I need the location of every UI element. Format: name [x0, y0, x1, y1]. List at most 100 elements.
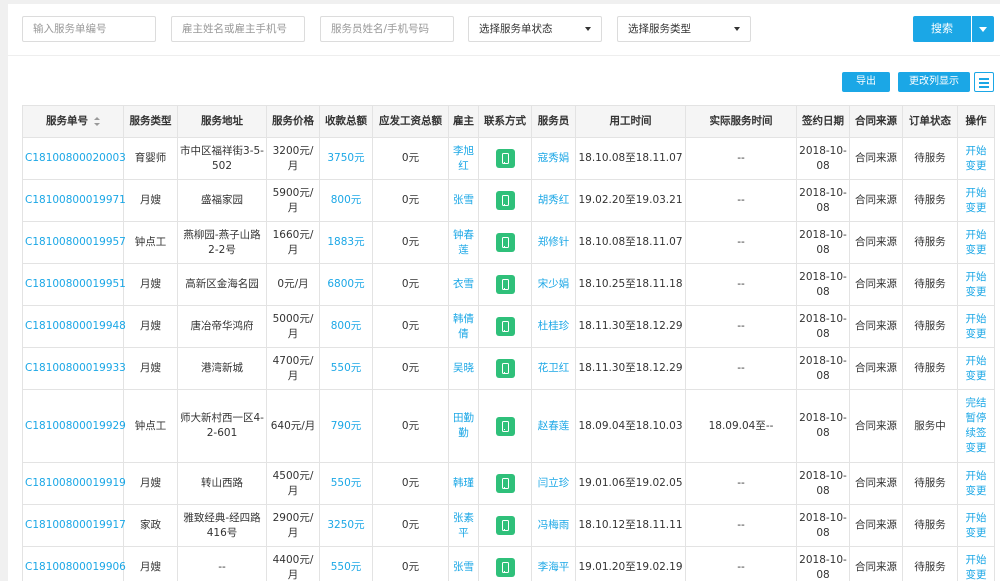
- employer-link[interactable]: 衣雪: [448, 263, 479, 306]
- phone-icon[interactable]: [495, 191, 515, 210]
- action-link[interactable]: 变更: [960, 441, 992, 456]
- search-button[interactable]: 搜索: [913, 16, 971, 42]
- search-dropdown-button[interactable]: [972, 16, 994, 42]
- staff-link[interactable]: 闫立珍: [531, 462, 576, 505]
- actual-time-cell: --: [685, 504, 797, 547]
- header-order-no[interactable]: 服务单号: [22, 105, 124, 138]
- action-link[interactable]: 续签: [960, 426, 992, 441]
- phone-icon[interactable]: [495, 317, 515, 336]
- action-link[interactable]: 开始: [960, 144, 992, 159]
- header-cell: 服务类型: [123, 105, 178, 138]
- employer-link[interactable]: 吴晓: [448, 347, 479, 390]
- received-amount-link[interactable]: 550元: [319, 546, 373, 581]
- table-row: C18100800019951 月嫂 高新区金海名园 0元/月 6800元 0元 衣雪 宋少娟…: [22, 263, 995, 306]
- contact-cell: [478, 347, 532, 390]
- employer-link[interactable]: 张雪: [448, 179, 479, 222]
- action-link[interactable]: 变更: [960, 526, 992, 541]
- staff-link[interactable]: 李海平: [531, 546, 576, 581]
- staff-link[interactable]: 胡秀红: [531, 179, 576, 222]
- received-amount-link[interactable]: 790元: [319, 389, 373, 463]
- employer-link[interactable]: 张素平: [448, 504, 479, 547]
- status-select[interactable]: 选择服务单状态: [468, 16, 602, 42]
- action-link[interactable]: 变更: [960, 159, 992, 174]
- contact-cell: [478, 221, 532, 264]
- wage-cell: 0元: [372, 546, 449, 581]
- employer-link[interactable]: 钟春莲: [448, 221, 479, 264]
- header-cell: 收款总额: [319, 105, 373, 138]
- phone-icon[interactable]: [495, 558, 515, 577]
- staff-link[interactable]: 花卫红: [531, 347, 576, 390]
- staff-link[interactable]: 杜桂珍: [531, 305, 576, 348]
- order-no-link[interactable]: C18100800019929: [22, 389, 126, 463]
- status-cell: 待服务: [902, 305, 958, 348]
- order-no-link[interactable]: C18100800019971: [22, 179, 126, 222]
- received-amount-link[interactable]: 6800元: [319, 263, 373, 306]
- received-amount-link[interactable]: 800元: [319, 305, 373, 348]
- order-no-link[interactable]: C18100800019906: [22, 546, 126, 581]
- action-link[interactable]: 变更: [960, 327, 992, 342]
- received-amount-link[interactable]: 800元: [319, 179, 373, 222]
- received-amount-link[interactable]: 550元: [319, 462, 373, 505]
- employer-link[interactable]: 田勤勤: [448, 389, 479, 463]
- staff-link[interactable]: 郑修针: [531, 221, 576, 264]
- phone-icon[interactable]: [495, 416, 515, 436]
- order-no-link[interactable]: C18100800020003: [22, 137, 126, 180]
- header-cell: 签约日期: [796, 105, 850, 138]
- type-select[interactable]: 选择服务类型: [617, 16, 751, 42]
- action-link[interactable]: 变更: [960, 243, 992, 258]
- received-amount-link[interactable]: 3250元: [319, 504, 373, 547]
- export-button[interactable]: 导出: [842, 72, 890, 92]
- order-no-link[interactable]: C18100800019933: [22, 347, 126, 390]
- action-link[interactable]: 暂停: [960, 411, 992, 426]
- action-link[interactable]: 变更: [960, 201, 992, 216]
- staff-link[interactable]: 冯梅雨: [531, 504, 576, 547]
- action-link[interactable]: 开始: [960, 469, 992, 484]
- employer-input[interactable]: 雇主姓名或雇主手机号: [171, 16, 305, 42]
- action-link[interactable]: 开始: [960, 228, 992, 243]
- received-amount-link[interactable]: 1883元: [319, 221, 373, 264]
- action-link[interactable]: 开始: [960, 270, 992, 285]
- phone-icon[interactable]: [495, 516, 515, 535]
- staff-input[interactable]: 服务员姓名/手机号码: [320, 16, 454, 42]
- actual-time-cell: --: [685, 546, 797, 581]
- sort-icon[interactable]: [94, 116, 100, 126]
- received-amount-link[interactable]: 550元: [319, 347, 373, 390]
- order-no-link[interactable]: C18100800019948: [22, 305, 126, 348]
- action-link[interactable]: 开始: [960, 553, 992, 568]
- phone-icon[interactable]: [495, 233, 515, 252]
- change-columns-button[interactable]: 更改列显示: [898, 72, 970, 92]
- action-link[interactable]: 开始: [960, 312, 992, 327]
- staff-link[interactable]: 宋少娟: [531, 263, 576, 306]
- phone-icon[interactable]: [495, 474, 515, 493]
- order-no-input[interactable]: 输入服务单编号: [22, 16, 156, 42]
- order-no-link[interactable]: C18100800019957: [22, 221, 126, 264]
- phone-icon[interactable]: [495, 275, 515, 294]
- contact-cell: [478, 389, 532, 463]
- action-link[interactable]: 开始: [960, 186, 992, 201]
- order-no-link[interactable]: C18100800019951: [22, 263, 126, 306]
- action-link[interactable]: 开始: [960, 511, 992, 526]
- action-link[interactable]: 变更: [960, 285, 992, 300]
- employer-link[interactable]: 李旭红: [448, 137, 479, 180]
- staff-link[interactable]: 赵春莲: [531, 389, 576, 463]
- action-link[interactable]: 变更: [960, 568, 992, 581]
- employer-link[interactable]: 韩瑾: [448, 462, 479, 505]
- wage-cell: 0元: [372, 263, 449, 306]
- order-no-link[interactable]: C18100800019919: [22, 462, 126, 505]
- received-amount-link[interactable]: 3750元: [319, 137, 373, 180]
- employer-link[interactable]: 韩倩倩: [448, 305, 479, 348]
- contact-cell: [478, 546, 532, 581]
- staff-link[interactable]: 寇秀娟: [531, 137, 576, 180]
- actual-time-cell: --: [685, 305, 797, 348]
- header-cell: 合同来源: [849, 105, 903, 138]
- action-link[interactable]: 变更: [960, 369, 992, 384]
- action-link[interactable]: 完结: [960, 396, 992, 411]
- order-no-link[interactable]: C18100800019917: [22, 504, 126, 547]
- actual-time-cell: --: [685, 263, 797, 306]
- phone-icon[interactable]: [495, 149, 515, 168]
- employer-link[interactable]: 张雪: [448, 546, 479, 581]
- action-link[interactable]: 变更: [960, 484, 992, 499]
- action-link[interactable]: 开始: [960, 354, 992, 369]
- menu-icon[interactable]: [974, 72, 994, 92]
- phone-icon[interactable]: [495, 359, 515, 378]
